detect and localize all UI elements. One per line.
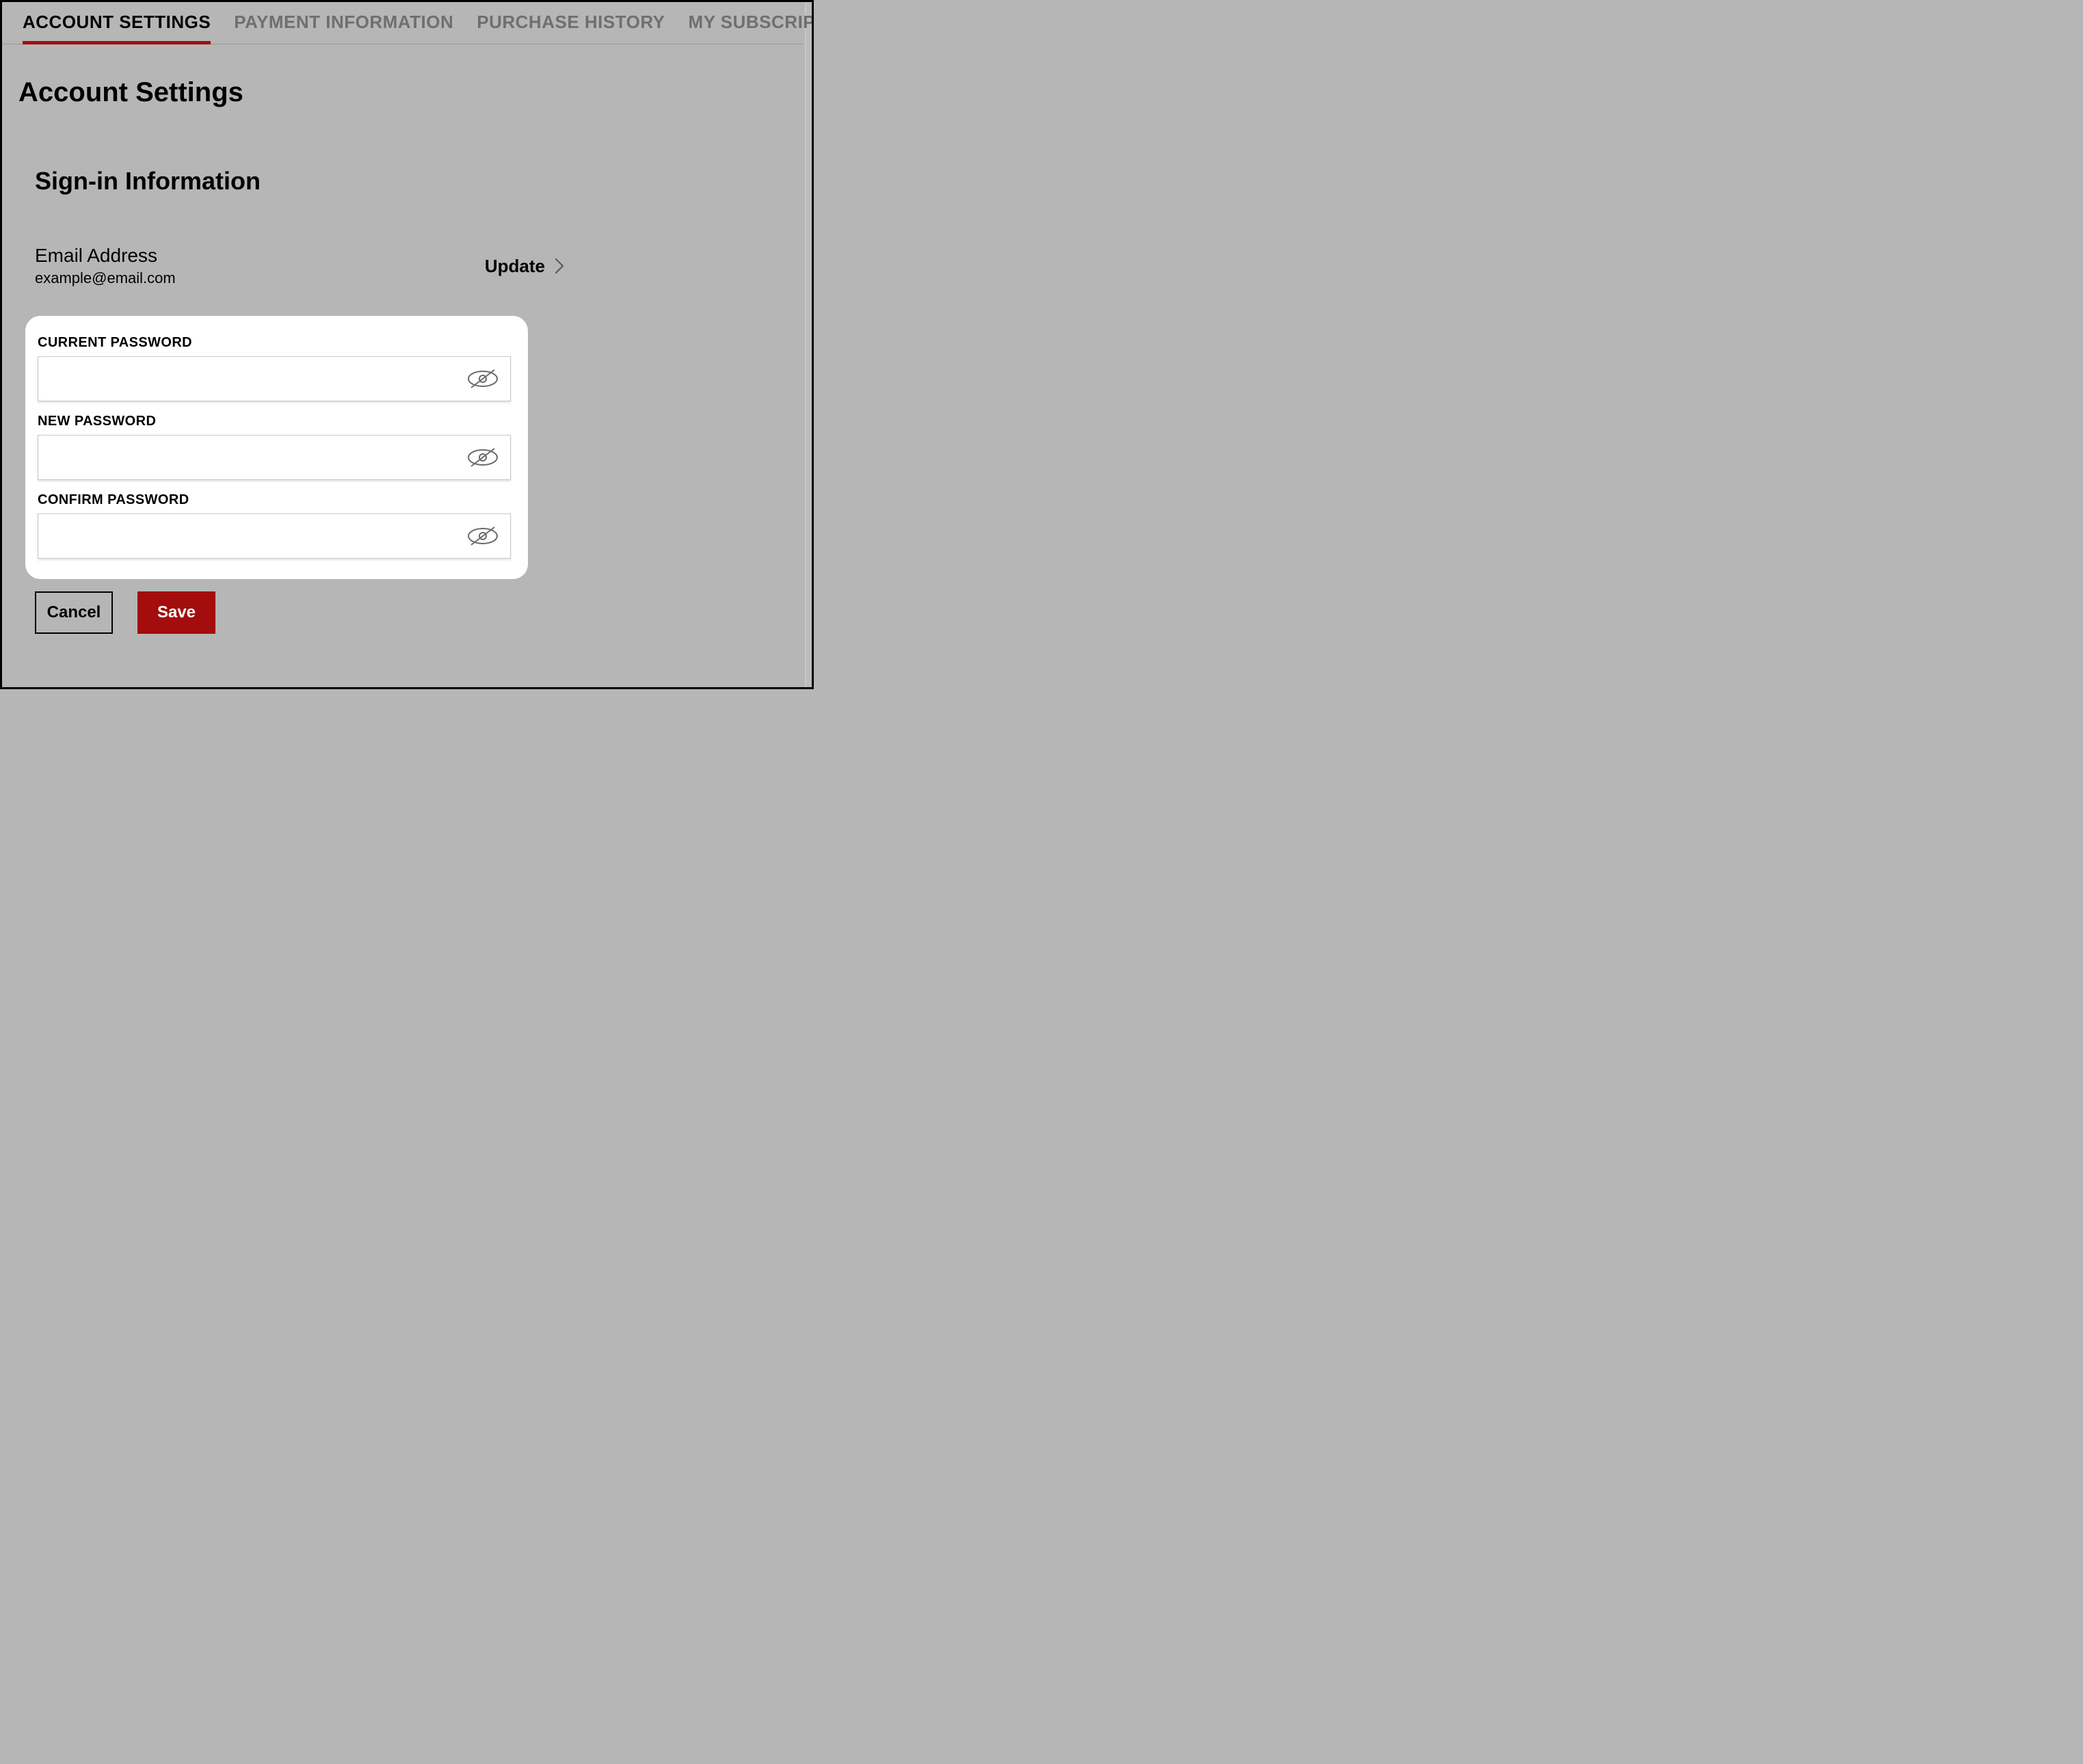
tab-payment-information[interactable]: PAYMENT INFORMATION — [234, 12, 453, 44]
cancel-button[interactable]: Cancel — [35, 591, 113, 634]
tabs-bar: ACCOUNT SETTINGS PAYMENT INFORMATION PUR… — [2, 2, 804, 44]
password-card: CURRENT PASSWORD NEW PASSWORD — [25, 316, 528, 579]
email-label: Email Address — [35, 245, 176, 267]
eye-slash-icon — [466, 524, 500, 548]
field-current-password: CURRENT PASSWORD — [38, 335, 516, 401]
eye-slash-icon — [466, 446, 500, 469]
label-current-password: CURRENT PASSWORD — [38, 335, 516, 351]
toggle-visibility-confirm[interactable] — [465, 522, 501, 550]
input-wrap-confirm-password — [38, 513, 511, 559]
input-wrap-current-password — [38, 356, 511, 401]
scrollbar-edge — [805, 2, 812, 687]
tab-purchase-history[interactable]: PURCHASE HISTORY — [477, 12, 665, 44]
update-label: Update — [485, 256, 545, 277]
current-password-input[interactable] — [38, 357, 510, 401]
content-area: ACCOUNT SETTINGS PAYMENT INFORMATION PUR… — [2, 2, 804, 687]
new-password-input[interactable] — [38, 436, 510, 479]
tab-my-subscriptions[interactable]: MY SUBSCRIPTIONS — [689, 12, 814, 44]
update-email-button[interactable]: Update — [485, 256, 564, 277]
confirm-password-input[interactable] — [38, 514, 510, 558]
email-row: Email Address example@email.com Update — [2, 196, 804, 287]
label-new-password: NEW PASSWORD — [38, 414, 516, 429]
email-value: example@email.com — [35, 269, 176, 287]
toggle-visibility-new[interactable] — [465, 444, 501, 471]
field-new-password: NEW PASSWORD — [38, 414, 516, 480]
save-button[interactable]: Save — [137, 591, 215, 634]
tab-account-settings[interactable]: ACCOUNT SETTINGS — [23, 12, 211, 44]
input-wrap-new-password — [38, 435, 511, 480]
chevron-right-icon — [555, 258, 564, 274]
section-title-signin: Sign-in Information — [2, 108, 804, 196]
label-confirm-password: CONFIRM PASSWORD — [38, 492, 516, 508]
field-confirm-password: CONFIRM PASSWORD — [38, 492, 516, 559]
app-frame: ACCOUNT SETTINGS PAYMENT INFORMATION PUR… — [0, 0, 814, 689]
page-title: Account Settings — [2, 44, 804, 108]
toggle-visibility-current[interactable] — [465, 365, 501, 392]
email-block: Email Address example@email.com — [35, 245, 176, 287]
button-row: Cancel Save — [2, 579, 804, 634]
eye-slash-icon — [466, 367, 500, 390]
